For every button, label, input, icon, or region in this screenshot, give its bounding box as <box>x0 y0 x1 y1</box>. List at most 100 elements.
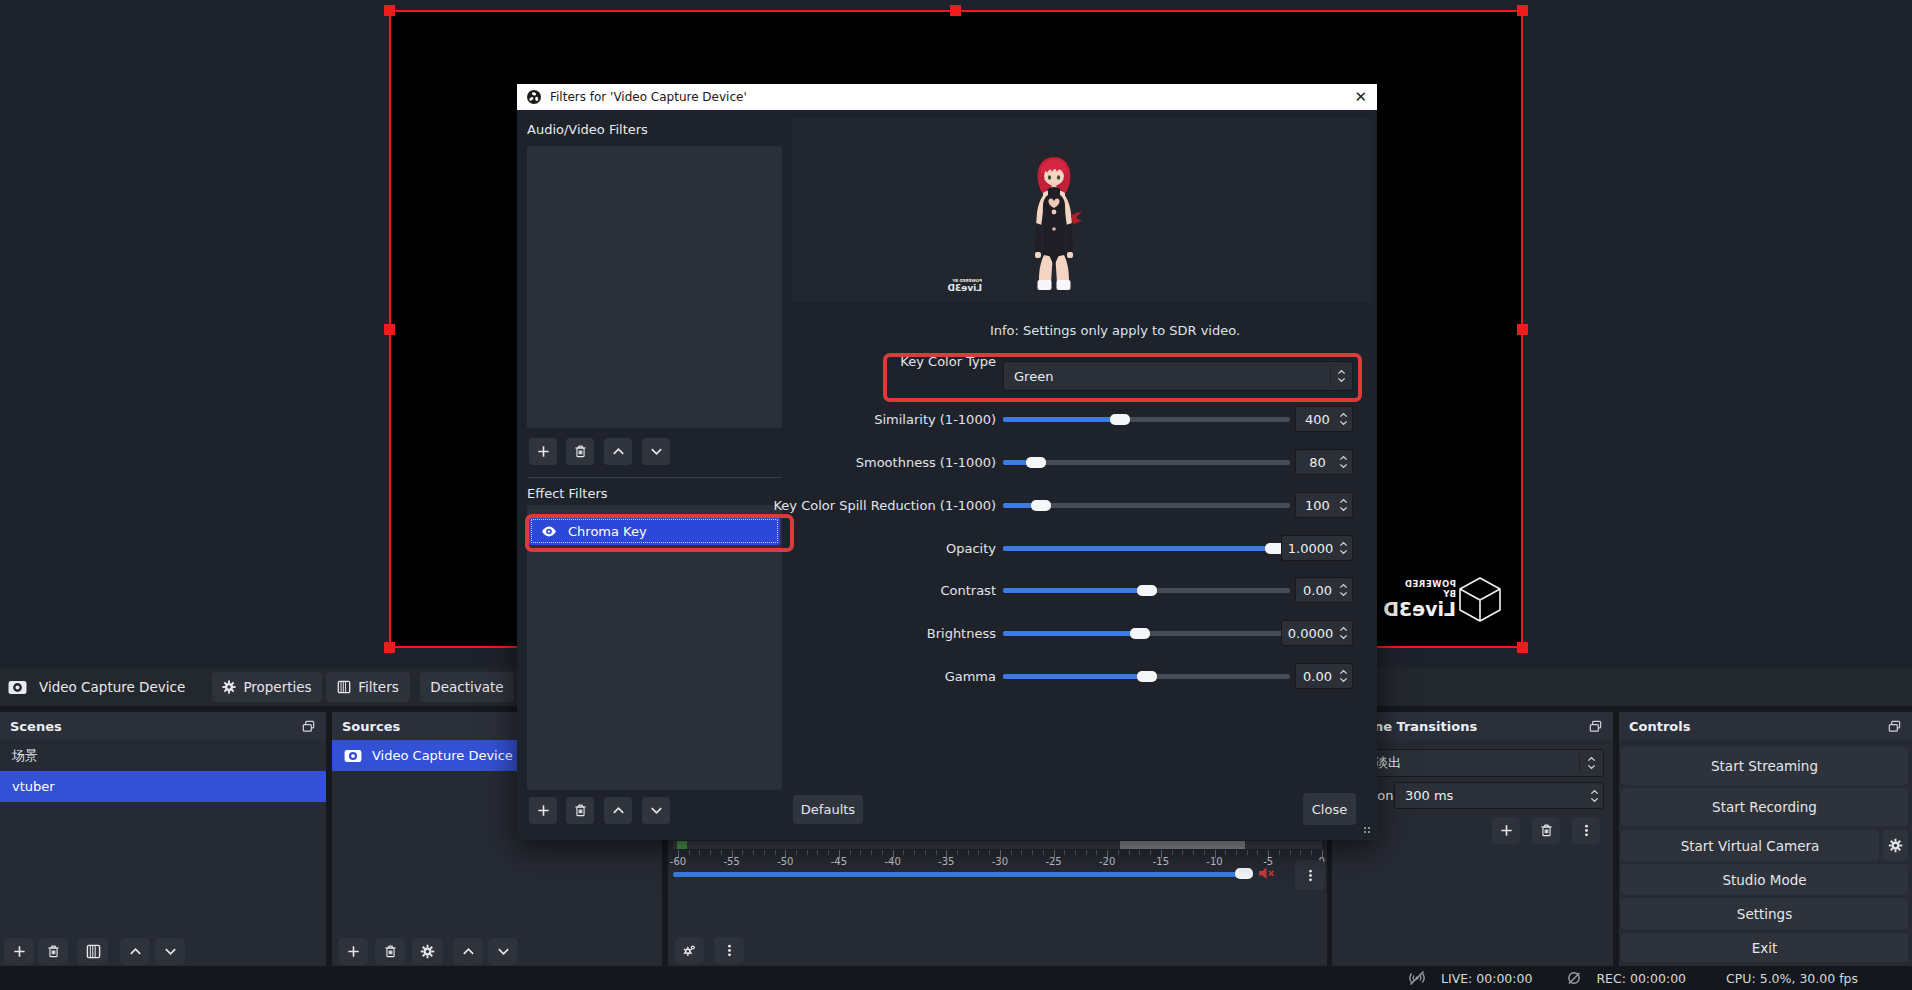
effect-filter-up-button[interactable] <box>604 797 632 824</box>
volume-slider-handle[interactable] <box>1235 868 1253 879</box>
popout-icon[interactable] <box>301 719 316 734</box>
resize-handle-right-center[interactable] <box>1517 324 1528 335</box>
spin-down-icon[interactable] <box>1339 420 1348 426</box>
exit-button[interactable]: Exit <box>1621 933 1908 962</box>
opacity-slider[interactable] <box>1003 533 1290 563</box>
spin-down-icon[interactable] <box>1339 634 1348 640</box>
slider-fill <box>1003 460 1027 465</box>
spin-up-icon[interactable] <box>1339 541 1348 547</box>
effect-filter-down-button[interactable] <box>642 797 670 824</box>
add-effect-filter-button[interactable] <box>529 797 557 824</box>
add-transition-button[interactable] <box>1492 817 1520 844</box>
spin-up-icon[interactable] <box>1339 455 1348 461</box>
dialog-titlebar[interactable]: Filters for 'Video Capture Device' ✕ <box>517 84 1377 110</box>
settings-button[interactable]: Settings <box>1621 898 1908 929</box>
slider-handle[interactable] <box>1026 457 1046 468</box>
filters-button[interactable]: Filters <box>326 672 410 702</box>
popout-icon[interactable] <box>1887 719 1902 734</box>
properties-button[interactable]: Properties <box>212 672 322 702</box>
deactivate-label: Deactivate <box>430 679 503 695</box>
resize-handle-top-left[interactable] <box>384 5 395 16</box>
key-color-spill-reduction-label: Key Color Spill Reduction (1-1000) <box>717 490 996 520</box>
contrast-slider[interactable] <box>1003 575 1290 605</box>
start-streaming-button[interactable]: Start Streaming <box>1621 747 1908 785</box>
spin-down-icon[interactable] <box>1339 549 1348 555</box>
transition-select[interactable]: 淡出 <box>1340 749 1604 777</box>
similarity-slider[interactable] <box>1003 404 1290 434</box>
spin-up-icon[interactable] <box>1339 669 1348 675</box>
start-streaming-button-label: Start Streaming <box>1711 758 1818 774</box>
spin-down-icon[interactable] <box>1339 677 1348 683</box>
resize-handle-bottom-left[interactable] <box>384 642 395 653</box>
value-text: 80 <box>1296 455 1337 470</box>
popout-icon[interactable] <box>1588 719 1603 734</box>
opacity-value[interactable]: 1.0000 <box>1281 535 1353 561</box>
scene-up-button[interactable] <box>120 938 150 965</box>
scene-filters-button[interactable] <box>78 938 108 965</box>
slider-handle[interactable] <box>1130 628 1150 639</box>
add-source-button[interactable] <box>338 938 368 965</box>
resize-handle-bottom-right[interactable] <box>1517 642 1528 653</box>
rec-status: REC: 00:00:00 <box>1596 971 1686 986</box>
resize-grip[interactable] <box>1363 826 1373 836</box>
slider-handle[interactable] <box>1137 671 1157 682</box>
spin-down-icon[interactable] <box>1590 797 1599 803</box>
dialog-close-button[interactable]: ✕ <box>1354 90 1367 105</box>
deactivate-button[interactable]: Deactivate <box>420 672 514 702</box>
add-scene-button[interactable] <box>4 938 34 965</box>
key-color-type-select[interactable]: Green <box>1003 361 1353 391</box>
smoothness-value[interactable]: 80 <box>1295 449 1353 475</box>
scenes-panel: Scenes 场景vtuber <box>0 712 326 966</box>
contrast-value[interactable]: 0.00 <box>1295 577 1353 603</box>
spin-up-icon[interactable] <box>1590 789 1599 795</box>
spin-down-icon[interactable] <box>1339 463 1348 469</box>
spin-down-icon[interactable] <box>1339 591 1348 597</box>
similarity-value[interactable]: 400 <box>1295 406 1353 432</box>
resize-handle-left-center[interactable] <box>384 324 395 335</box>
remove-effect-filter-button[interactable] <box>566 797 594 824</box>
spin-down-icon[interactable] <box>1339 506 1348 512</box>
mixer-item-menu-button[interactable] <box>1295 860 1325 890</box>
virtual-camera-settings-button[interactable] <box>1882 830 1908 861</box>
source-up-button[interactable] <box>453 938 483 965</box>
transition-menu-button[interactable] <box>1572 817 1600 844</box>
brightness-slider[interactable] <box>1003 618 1290 648</box>
slider-handle[interactable] <box>1110 414 1130 425</box>
gamma-value[interactable]: 0.00 <box>1295 663 1353 689</box>
studio-mode-button[interactable]: Studio Mode <box>1621 864 1908 895</box>
source-item-label: Video Capture Device <box>372 748 513 763</box>
volume-slider[interactable] <box>673 872 1253 877</box>
spin-up-icon[interactable] <box>1339 412 1348 418</box>
slider-handle[interactable] <box>1137 585 1157 596</box>
source-down-button[interactable] <box>488 938 518 965</box>
gamma-slider[interactable] <box>1003 661 1290 691</box>
smoothness-slider[interactable] <box>1003 447 1290 477</box>
mute-icon[interactable] <box>1257 865 1276 882</box>
scene-item-1[interactable]: 场景 <box>0 740 326 771</box>
start-virtual-camera-button[interactable]: Start Virtual Camera <box>1621 830 1879 861</box>
key-color-spill-reduction-value[interactable]: 100 <box>1295 492 1353 518</box>
scene-down-button[interactable] <box>155 938 185 965</box>
audio-video-filters-list[interactable] <box>527 146 782 428</box>
remove-source-button[interactable] <box>375 938 405 965</box>
key-color-spill-reduction-slider[interactable] <box>1003 490 1290 520</box>
scene-item-2[interactable]: vtuber <box>0 771 326 802</box>
resize-handle-top-center[interactable] <box>950 5 961 16</box>
start-recording-button[interactable]: Start Recording <box>1621 788 1908 826</box>
resize-handle-top-right[interactable] <box>1517 5 1528 16</box>
duration-spinbox[interactable]: 300 ms <box>1394 782 1604 809</box>
spin-up-icon[interactable] <box>1339 498 1348 504</box>
brightness-value[interactable]: 0.0000 <box>1281 620 1353 646</box>
spin-up-icon[interactable] <box>1339 583 1348 589</box>
close-button[interactable]: Close <box>1303 793 1356 825</box>
slider-fill <box>1003 503 1033 508</box>
advanced-audio-button[interactable] <box>675 937 704 964</box>
defaults-button[interactable]: Defaults <box>793 795 863 824</box>
source-properties-button[interactable] <box>412 938 442 965</box>
spin-up-icon[interactable] <box>1339 626 1348 632</box>
remove-scene-button[interactable] <box>38 938 68 965</box>
mixer-menu-button[interactable] <box>714 937 744 964</box>
remove-transition-button[interactable] <box>1532 817 1560 844</box>
duration-value: 300 ms <box>1395 788 1588 803</box>
slider-handle[interactable] <box>1031 500 1051 511</box>
